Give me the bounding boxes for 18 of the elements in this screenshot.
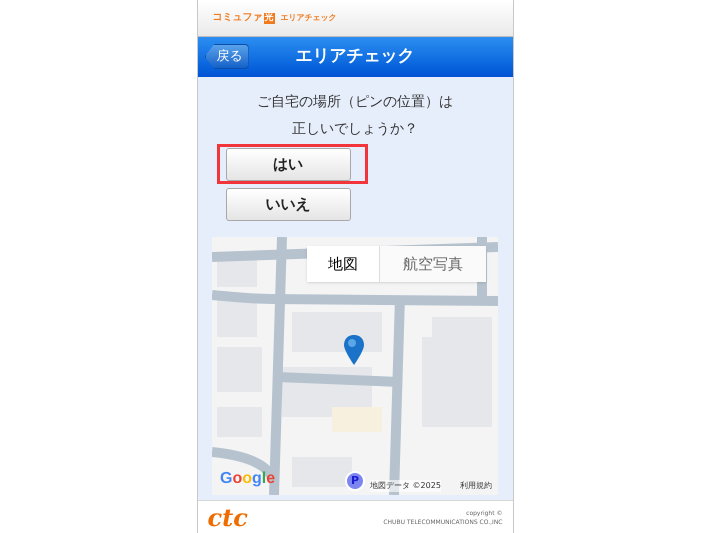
parking-marker-icon: P bbox=[345, 471, 365, 491]
question-text: ご自宅の場所（ピンの位置）は bbox=[257, 93, 453, 112]
terms-link[interactable]: 利用規約 bbox=[460, 480, 492, 492]
map[interactable]: 地図 航空写真 Google P 地図データ ©2025 利用規約 bbox=[212, 237, 498, 495]
brand-badge: 光 bbox=[264, 12, 274, 24]
answer-button[interactable]: いいえ bbox=[226, 188, 350, 221]
map-type-tab[interactable]: 地図 bbox=[307, 246, 379, 282]
back-button[interactable]: 戻る bbox=[204, 44, 248, 69]
map-data-attribution: 地図データ ©2025 bbox=[370, 480, 441, 492]
question-text: 正しいでしょうか？ bbox=[292, 120, 418, 139]
location-pin-icon bbox=[343, 334, 365, 366]
nav-title: エリアチェック bbox=[296, 45, 414, 68]
map-type-tab[interactable]: 航空写真 bbox=[379, 246, 486, 282]
ctc-logo: ctc bbox=[208, 507, 248, 529]
google-logo: Google bbox=[220, 469, 276, 489]
app-name: エリアチェック bbox=[280, 12, 336, 24]
answer-button[interactable]: はい bbox=[226, 148, 350, 181]
brand-logo: コミュファ bbox=[212, 13, 262, 23]
